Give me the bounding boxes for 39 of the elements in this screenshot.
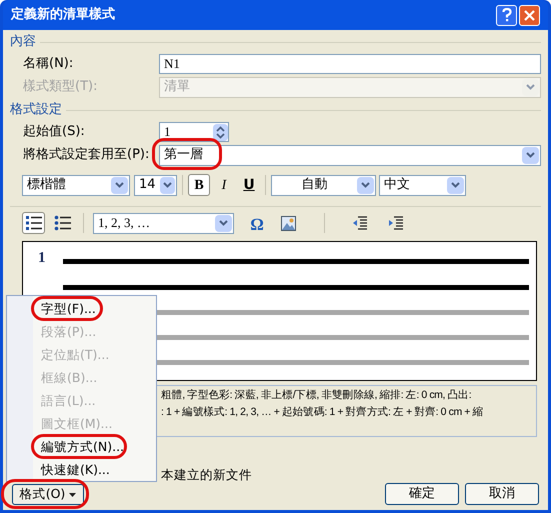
menu-item[interactable]: 快速鍵(K)...: [41, 461, 110, 480]
dialog-button[interactable]: 取消: [465, 483, 539, 505]
name-field[interactable]: N1: [159, 54, 541, 74]
help-icon: [502, 8, 512, 22]
field-label: 起始值(S):: [22, 123, 86, 142]
font-color-dropdown[interactable]: 自動: [271, 174, 376, 196]
help-button[interactable]: [496, 4, 517, 26]
field-label: 名稱(N):: [22, 55, 74, 74]
decrease-indent-icon: [352, 216, 368, 230]
menu-item[interactable]: 字型(F)...: [41, 300, 96, 319]
option-label: 本建立的新文件: [161, 467, 252, 482]
field-label: 樣式類型(T):: [22, 78, 98, 96]
bold-button[interactable]: B: [188, 174, 210, 196]
underline-button[interactable]: U: [238, 174, 260, 196]
close-button[interactable]: [519, 4, 540, 26]
description-text: : 1 + 編號樣式: 1, 2, 3, … + 起始號碼: 1 + 對齊方式: 左 + 對齊: 0 cm + 縮: [161, 405, 484, 420]
symbol-button[interactable]: Ω: [244, 212, 270, 234]
increase-indent-icon: [388, 216, 404, 230]
dialog-button[interactable]: 確定: [385, 483, 459, 505]
dropdown-arrow-icon: [160, 176, 175, 194]
language-dropdown[interactable]: 中文: [379, 174, 466, 196]
preview-number: 1: [37, 249, 46, 268]
section-heading: 內容: [10, 33, 36, 52]
image-icon: [280, 216, 296, 230]
italic-button[interactable]: I: [213, 174, 235, 196]
apply-to-dropdown[interactable]: 第一層: [159, 144, 541, 166]
window-title: 定義新的清單樣式: [11, 6, 116, 24]
field-label: 將格式設定套用至(P):: [22, 146, 150, 164]
numbered-list-button[interactable]: [22, 212, 45, 234]
section-heading: 格式設定: [10, 101, 62, 120]
description-text: 粗體, 字型色彩: 深藍, 非上標/下標, 非雙刪除線, 縮排: 左: 0 cm, 凸出:: [161, 388, 472, 403]
spinner-arrows-icon: [213, 124, 228, 140]
format-menu-button[interactable]: 格式(O): [12, 484, 84, 505]
close-icon: [524, 10, 535, 20]
size-dropdown[interactable]: 14: [134, 174, 177, 196]
font-dropdown[interactable]: 標楷體: [22, 174, 130, 196]
number-style-dropdown[interactable]: 1, 2, 3, …: [93, 212, 234, 234]
menu-item[interactable]: 編號方式(N)...: [41, 438, 124, 457]
caret-icon: [69, 492, 76, 496]
